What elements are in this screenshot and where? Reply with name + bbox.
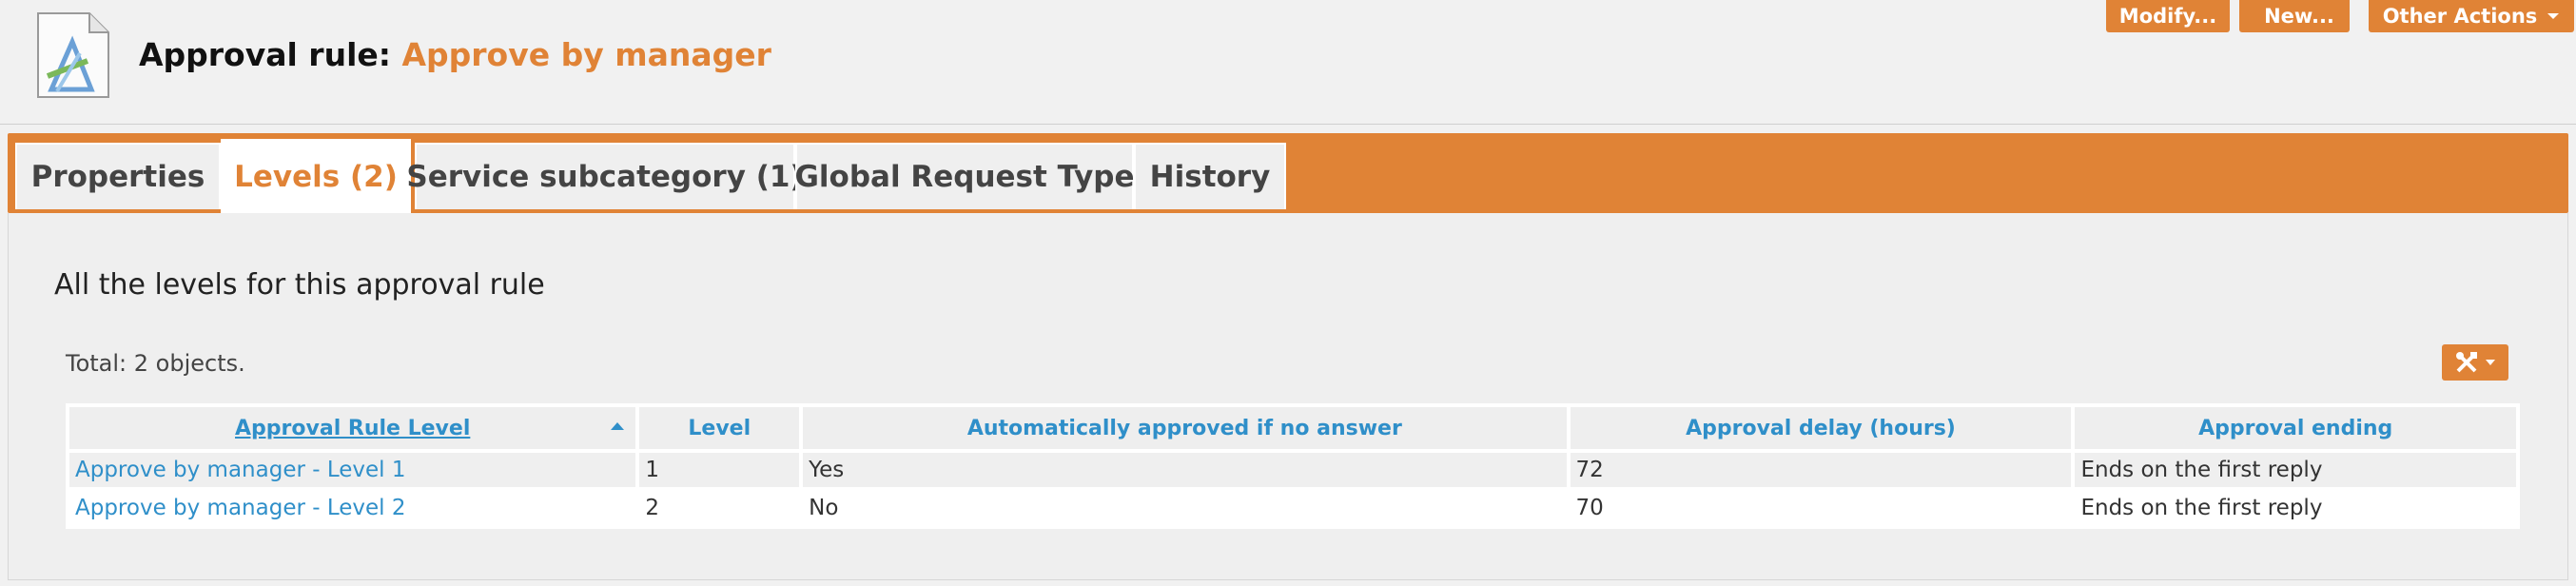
level-number-cell: 1 — [635, 449, 804, 491]
other-actions-button[interactable]: Other Actions — [2369, 0, 2574, 32]
column-header-approval-rule-level[interactable]: Approval Rule Level — [65, 403, 640, 453]
table-row[interactable]: Approve by manager - Level 2 2 No 70 End… — [65, 487, 2520, 529]
page-title: Approval rule: Approve by manager — [139, 36, 771, 73]
approval-delay-cell: 70 — [1566, 487, 2076, 529]
levels-table: Approval Rule Level Level Automatically … — [65, 403, 2520, 529]
column-header-approval-delay[interactable]: Approval delay (hours) — [1566, 403, 2076, 453]
sort-ascending-icon — [611, 422, 625, 430]
level-name-link[interactable]: Approve by manager - Level 1 — [65, 449, 640, 491]
table-row[interactable]: Approve by manager - Level 1 1 Yes 72 En… — [65, 449, 2520, 491]
auto-approved-cell: Yes — [799, 449, 1571, 491]
column-header-level[interactable]: Level — [635, 403, 804, 453]
section-title: All the levels for this approval rule — [54, 268, 545, 302]
object-count: Total: 2 objects. — [66, 350, 245, 377]
table-header-row: Approval Rule Level Level Automatically … — [65, 403, 2520, 453]
tools-icon — [2456, 352, 2477, 373]
list-tools-button[interactable] — [2442, 344, 2508, 381]
title-prefix: Approval rule: — [139, 36, 391, 73]
tab-levels[interactable]: Levels (2) — [221, 139, 411, 213]
levels-panel: All the levels for this approval rule To… — [8, 213, 2568, 580]
tab-properties[interactable]: Properties — [15, 143, 221, 209]
tab-history[interactable]: History — [1134, 143, 1286, 209]
level-name-link[interactable]: Approve by manager - Level 2 — [65, 487, 640, 529]
column-header-label: Approval Rule Level — [235, 416, 471, 440]
approval-ending-cell: Ends on the first reply — [2071, 487, 2520, 529]
approval-ending-cell: Ends on the first reply — [2071, 449, 2520, 491]
tab-global-request-type[interactable]: Global Request Type — [794, 143, 1135, 209]
auto-approved-cell: No — [799, 487, 1571, 529]
header-separator — [0, 124, 2576, 125]
column-header-approval-ending[interactable]: Approval ending — [2071, 403, 2520, 453]
title-record-name: Approve by manager — [401, 36, 771, 73]
tab-service-subcategory[interactable]: Service subcategory (1) — [406, 143, 804, 209]
column-header-auto-approved[interactable]: Automatically approved if no answer — [799, 403, 1571, 453]
new-button[interactable]: New... — [2249, 0, 2350, 32]
approval-rule-icon — [34, 10, 112, 101]
page-header: Approval rule: Approve by manager Modify… — [0, 0, 2576, 124]
level-number-cell: 2 — [635, 487, 804, 529]
chevron-down-icon — [2547, 13, 2560, 19]
other-actions-label: Other Actions — [2382, 5, 2538, 28]
approval-delay-cell: 72 — [1566, 449, 2076, 491]
modify-button[interactable]: Modify... — [2106, 0, 2230, 32]
tab-bar: Properties Levels (2) Service subcategor… — [8, 133, 2568, 213]
chevron-down-icon — [2486, 360, 2495, 365]
